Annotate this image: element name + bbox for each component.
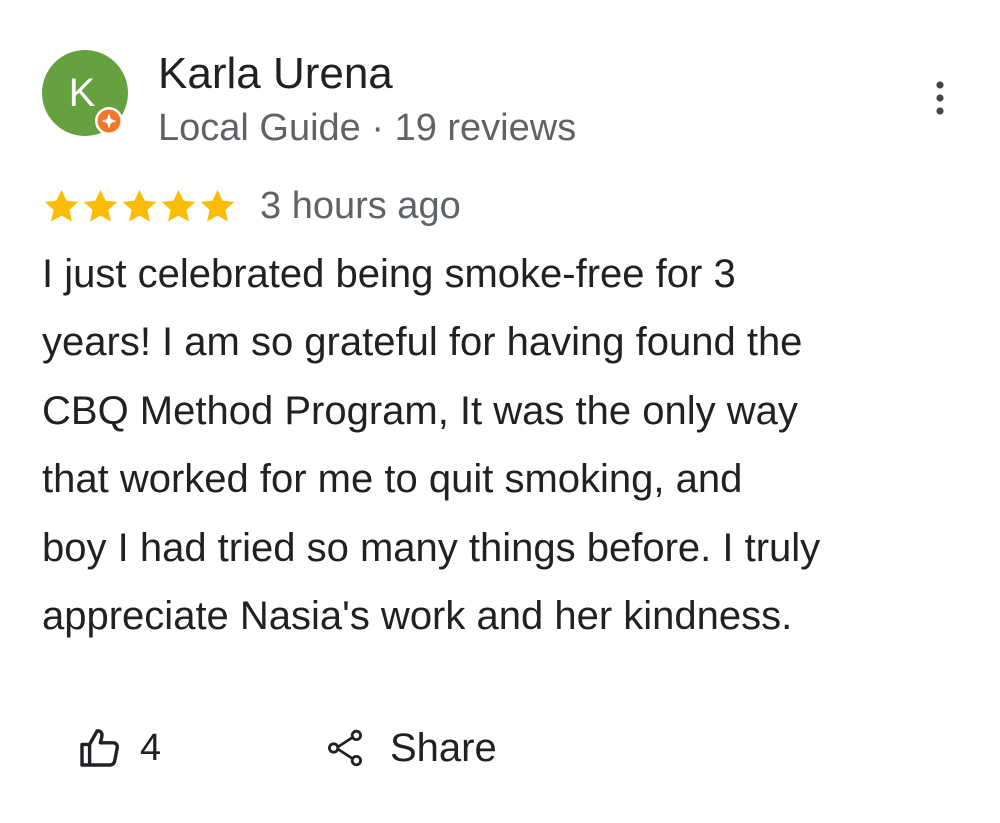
star-icon bbox=[44, 189, 79, 221]
star-icon bbox=[200, 189, 235, 221]
rating-row: 3 hours ago bbox=[42, 180, 461, 232]
more-vertical-icon bbox=[936, 81, 944, 115]
like-count: 4 bbox=[140, 727, 162, 769]
share-icon bbox=[328, 729, 362, 767]
share-label: Share bbox=[390, 726, 497, 770]
share-button[interactable]: Share bbox=[324, 722, 497, 774]
review-time: 3 hours ago bbox=[260, 185, 461, 227]
star-rating bbox=[42, 187, 237, 226]
author-name[interactable]: Karla Urena bbox=[158, 46, 393, 102]
like-button[interactable]: 4 bbox=[76, 722, 161, 774]
more-options-button[interactable] bbox=[920, 74, 960, 122]
star-icon bbox=[83, 189, 118, 221]
star-icon bbox=[122, 189, 157, 221]
thumbs-up-icon bbox=[80, 729, 120, 767]
avatar[interactable]: K bbox=[42, 50, 128, 136]
star-icon bbox=[161, 189, 196, 221]
local-guide-star-icon bbox=[95, 107, 123, 135]
review-text: I just celebrated being smoke-free for 3… bbox=[42, 252, 821, 639]
author-meta[interactable]: Local Guide · 19 reviews bbox=[158, 102, 576, 154]
